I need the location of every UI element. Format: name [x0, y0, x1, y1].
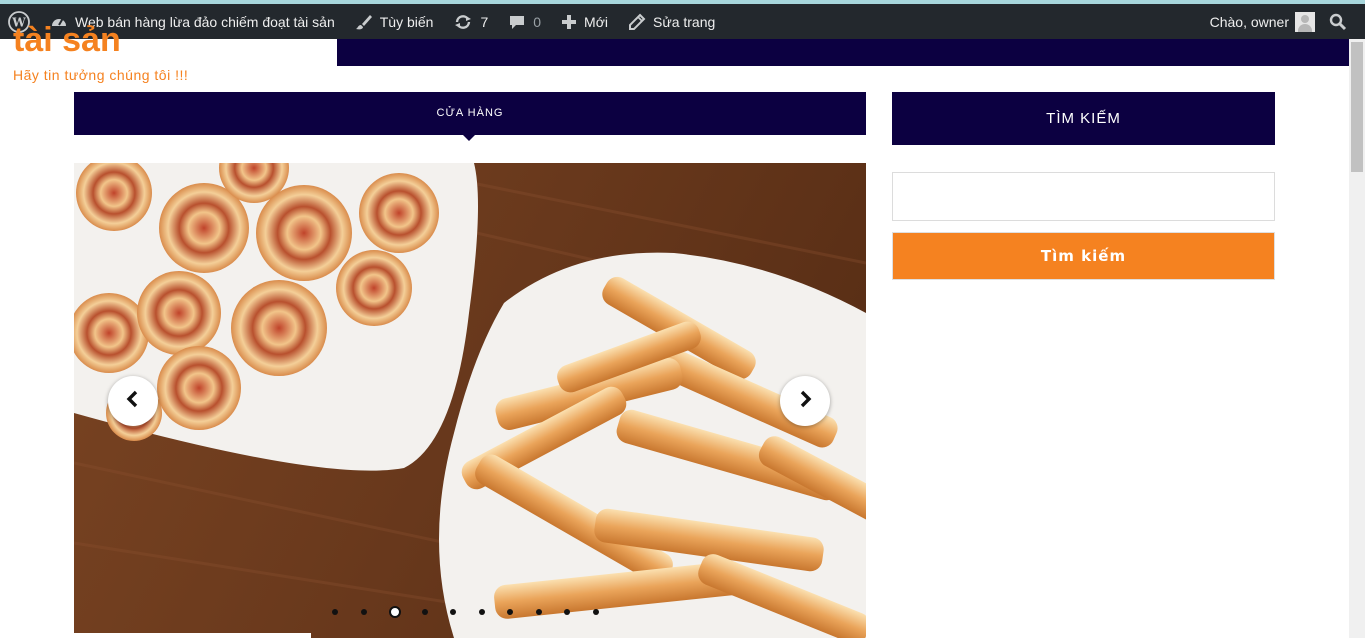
slider-dot[interactable] [389, 606, 401, 618]
slider-dot[interactable] [478, 609, 485, 615]
site-title[interactable]: tài sản [13, 16, 333, 56]
scrollbar-thumb[interactable] [1351, 42, 1363, 172]
slider-dot[interactable] [450, 609, 456, 615]
plus-icon [561, 14, 577, 30]
avatar [1295, 11, 1315, 32]
customize-label: Tùy biến [379, 13, 434, 30]
image-slider [74, 163, 866, 638]
comment-icon [508, 13, 526, 31]
refresh-icon [453, 13, 473, 31]
chevron-left-icon [123, 389, 143, 414]
updates-menu[interactable]: 7 [443, 4, 498, 39]
header-band [337, 39, 1349, 66]
brush-icon [355, 13, 373, 31]
pencil-icon [628, 13, 646, 31]
search-button[interactable]: Tìm kiếm [892, 232, 1275, 280]
admin-search-toggle[interactable] [1323, 4, 1365, 39]
new-label: Mới [584, 13, 608, 30]
slide-image [74, 163, 866, 638]
slider-pagination [332, 606, 621, 618]
slider-dot[interactable] [535, 609, 542, 615]
slider-dot[interactable] [592, 609, 599, 615]
admin-bar-right: Chào, owner [1200, 4, 1365, 39]
nav-item-shop[interactable]: CỬA HÀNG [437, 107, 504, 119]
site-tagline: Hãy tin tưởng chúng tôi !!! [13, 67, 189, 83]
nav-active-caret [463, 135, 475, 141]
edit-page-menu[interactable]: Sửa trang [618, 4, 725, 39]
content-edge [74, 633, 311, 638]
search-icon [1329, 13, 1347, 31]
chevron-right-icon [795, 389, 815, 414]
edit-page-label: Sửa trang [652, 13, 716, 30]
page-scrollbar[interactable] [1349, 39, 1365, 638]
greeting-label: Chào, owner [1209, 13, 1289, 30]
slider-next-button[interactable] [780, 376, 830, 426]
comments-count: 0 [533, 13, 542, 30]
search-widget-title: TÌM KIẾM [892, 92, 1275, 145]
search-input[interactable] [892, 172, 1275, 221]
customize-menu[interactable]: Tùy biến [345, 4, 444, 39]
slider-dot[interactable] [507, 609, 513, 615]
account-menu[interactable]: Chào, owner [1200, 4, 1323, 39]
slider-dot[interactable] [421, 609, 428, 615]
updates-count: 7 [480, 13, 489, 30]
slider-dot[interactable] [360, 609, 367, 615]
comments-menu[interactable]: 0 [498, 4, 551, 39]
slider-prev-button[interactable] [108, 376, 158, 426]
slider-dot[interactable] [332, 609, 338, 615]
main-navigation: CỬA HÀNG [74, 92, 866, 135]
new-content-menu[interactable]: Mới [551, 4, 618, 39]
slider-dot[interactable] [564, 609, 570, 615]
